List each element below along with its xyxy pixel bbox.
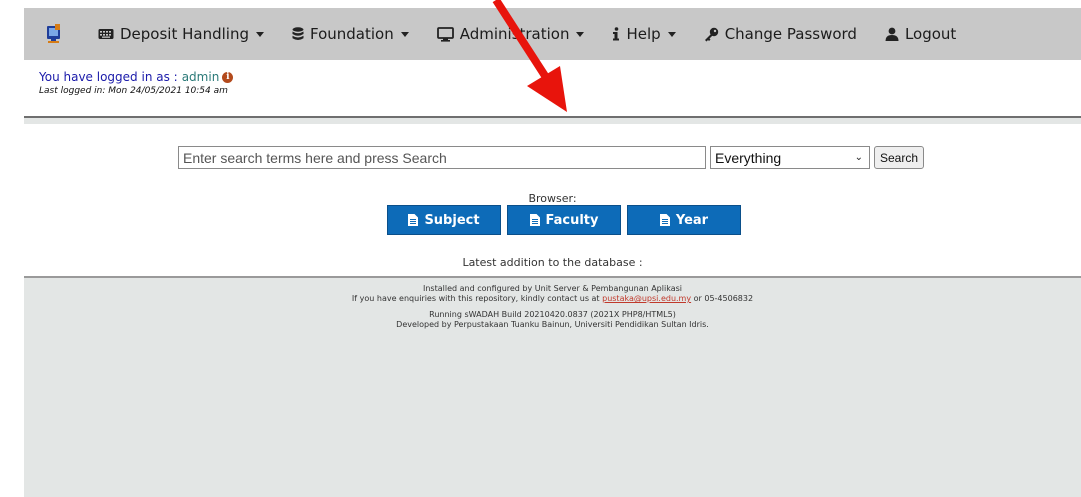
footer-build: Running sWADAH Build 20210420.0837 (2021…	[429, 310, 676, 319]
last-login: Last logged in: Mon 24/05/2021 10:54 am	[39, 86, 228, 96]
file-icon	[659, 214, 670, 226]
search-bar: Everything ⌄ Search	[178, 146, 925, 169]
footer-contact-pre: If you have enquiries with this reposito…	[351, 294, 603, 303]
page: Deposit Handling Foundation Administrati…	[0, 0, 1081, 497]
menu-administration-label: Administration	[459, 25, 570, 43]
menu-logout[interactable]: Logout	[871, 8, 970, 60]
logged-in-label: You have logged in as :	[39, 70, 178, 84]
user-icon	[885, 27, 899, 41]
user-info-bar: You have logged in as : admin i Last log…	[24, 60, 1081, 116]
file-icon	[408, 214, 419, 226]
footer-email-link[interactable]: pustaka@upsi.edu.my	[602, 294, 691, 303]
menu-deposit-label: Deposit Handling	[120, 25, 249, 43]
logged-in-line: You have logged in as : admin i	[39, 70, 1081, 84]
browse-subject-button[interactable]: Subject	[387, 205, 501, 235]
browser-label: Browser:	[528, 192, 577, 205]
browse-subject-label: Subject	[424, 212, 480, 228]
info-icon[interactable]: i	[222, 71, 234, 83]
home-logo-icon[interactable]	[24, 8, 84, 60]
browse-year-button[interactable]: Year	[627, 205, 741, 235]
menu-foundation-label: Foundation	[309, 25, 394, 43]
chevron-down-icon	[400, 31, 409, 37]
search-input[interactable]	[178, 146, 706, 169]
chevron-down-icon	[255, 31, 264, 37]
search-scope-value: Everything	[715, 149, 782, 166]
file-icon	[529, 214, 540, 226]
info-icon	[613, 27, 620, 41]
menu-deposit-handling[interactable]: Deposit Handling	[84, 8, 278, 60]
browse-faculty-label: Faculty	[545, 212, 599, 228]
menu-help[interactable]: Help	[598, 8, 689, 60]
browse-faculty-button[interactable]: Faculty	[507, 205, 621, 235]
footer-developer: Developed by Perpustakaan Tuanku Bainun,…	[396, 320, 709, 329]
keyboard-icon	[98, 29, 114, 39]
footer: Installed and configured by Unit Server …	[24, 276, 1081, 497]
main-content: Everything ⌄ Search Browser: Subject Fac…	[24, 124, 1081, 276]
latest-addition-heading: Latest addition to the database :	[462, 256, 643, 269]
menu-foundation[interactable]: Foundation	[278, 8, 423, 60]
menu-administration[interactable]: Administration	[423, 8, 599, 60]
browse-year-label: Year	[675, 212, 709, 228]
menu-logout-label: Logout	[904, 25, 957, 43]
chevron-down-icon	[576, 31, 585, 37]
menu-change-password-label: Change Password	[724, 25, 857, 43]
chevron-down-icon: ⌄	[854, 152, 863, 163]
menu-change-password[interactable]: Change Password	[690, 8, 871, 60]
search-scope-select[interactable]: Everything ⌄	[710, 146, 870, 169]
header-divider	[24, 116, 1081, 118]
footer-contact-post: or 05-4506832	[691, 294, 754, 303]
app-frame: Deposit Handling Foundation Administrati…	[24, 8, 1081, 497]
username: admin	[181, 70, 220, 84]
top-navbar: Deposit Handling Foundation Administrati…	[24, 8, 1081, 60]
chevron-down-icon	[667, 31, 676, 37]
monitor-icon	[436, 26, 454, 42]
browse-buttons: Subject Faculty Year	[387, 205, 747, 235]
menu-help-label: Help	[626, 25, 661, 43]
key-icon	[704, 27, 718, 41]
footer-contact: If you have enquiries with this reposito…	[24, 294, 1081, 304]
database-icon	[292, 27, 304, 41]
footer-installed: Installed and configured by Unit Server …	[423, 284, 682, 293]
search-button[interactable]: Search	[874, 146, 925, 169]
